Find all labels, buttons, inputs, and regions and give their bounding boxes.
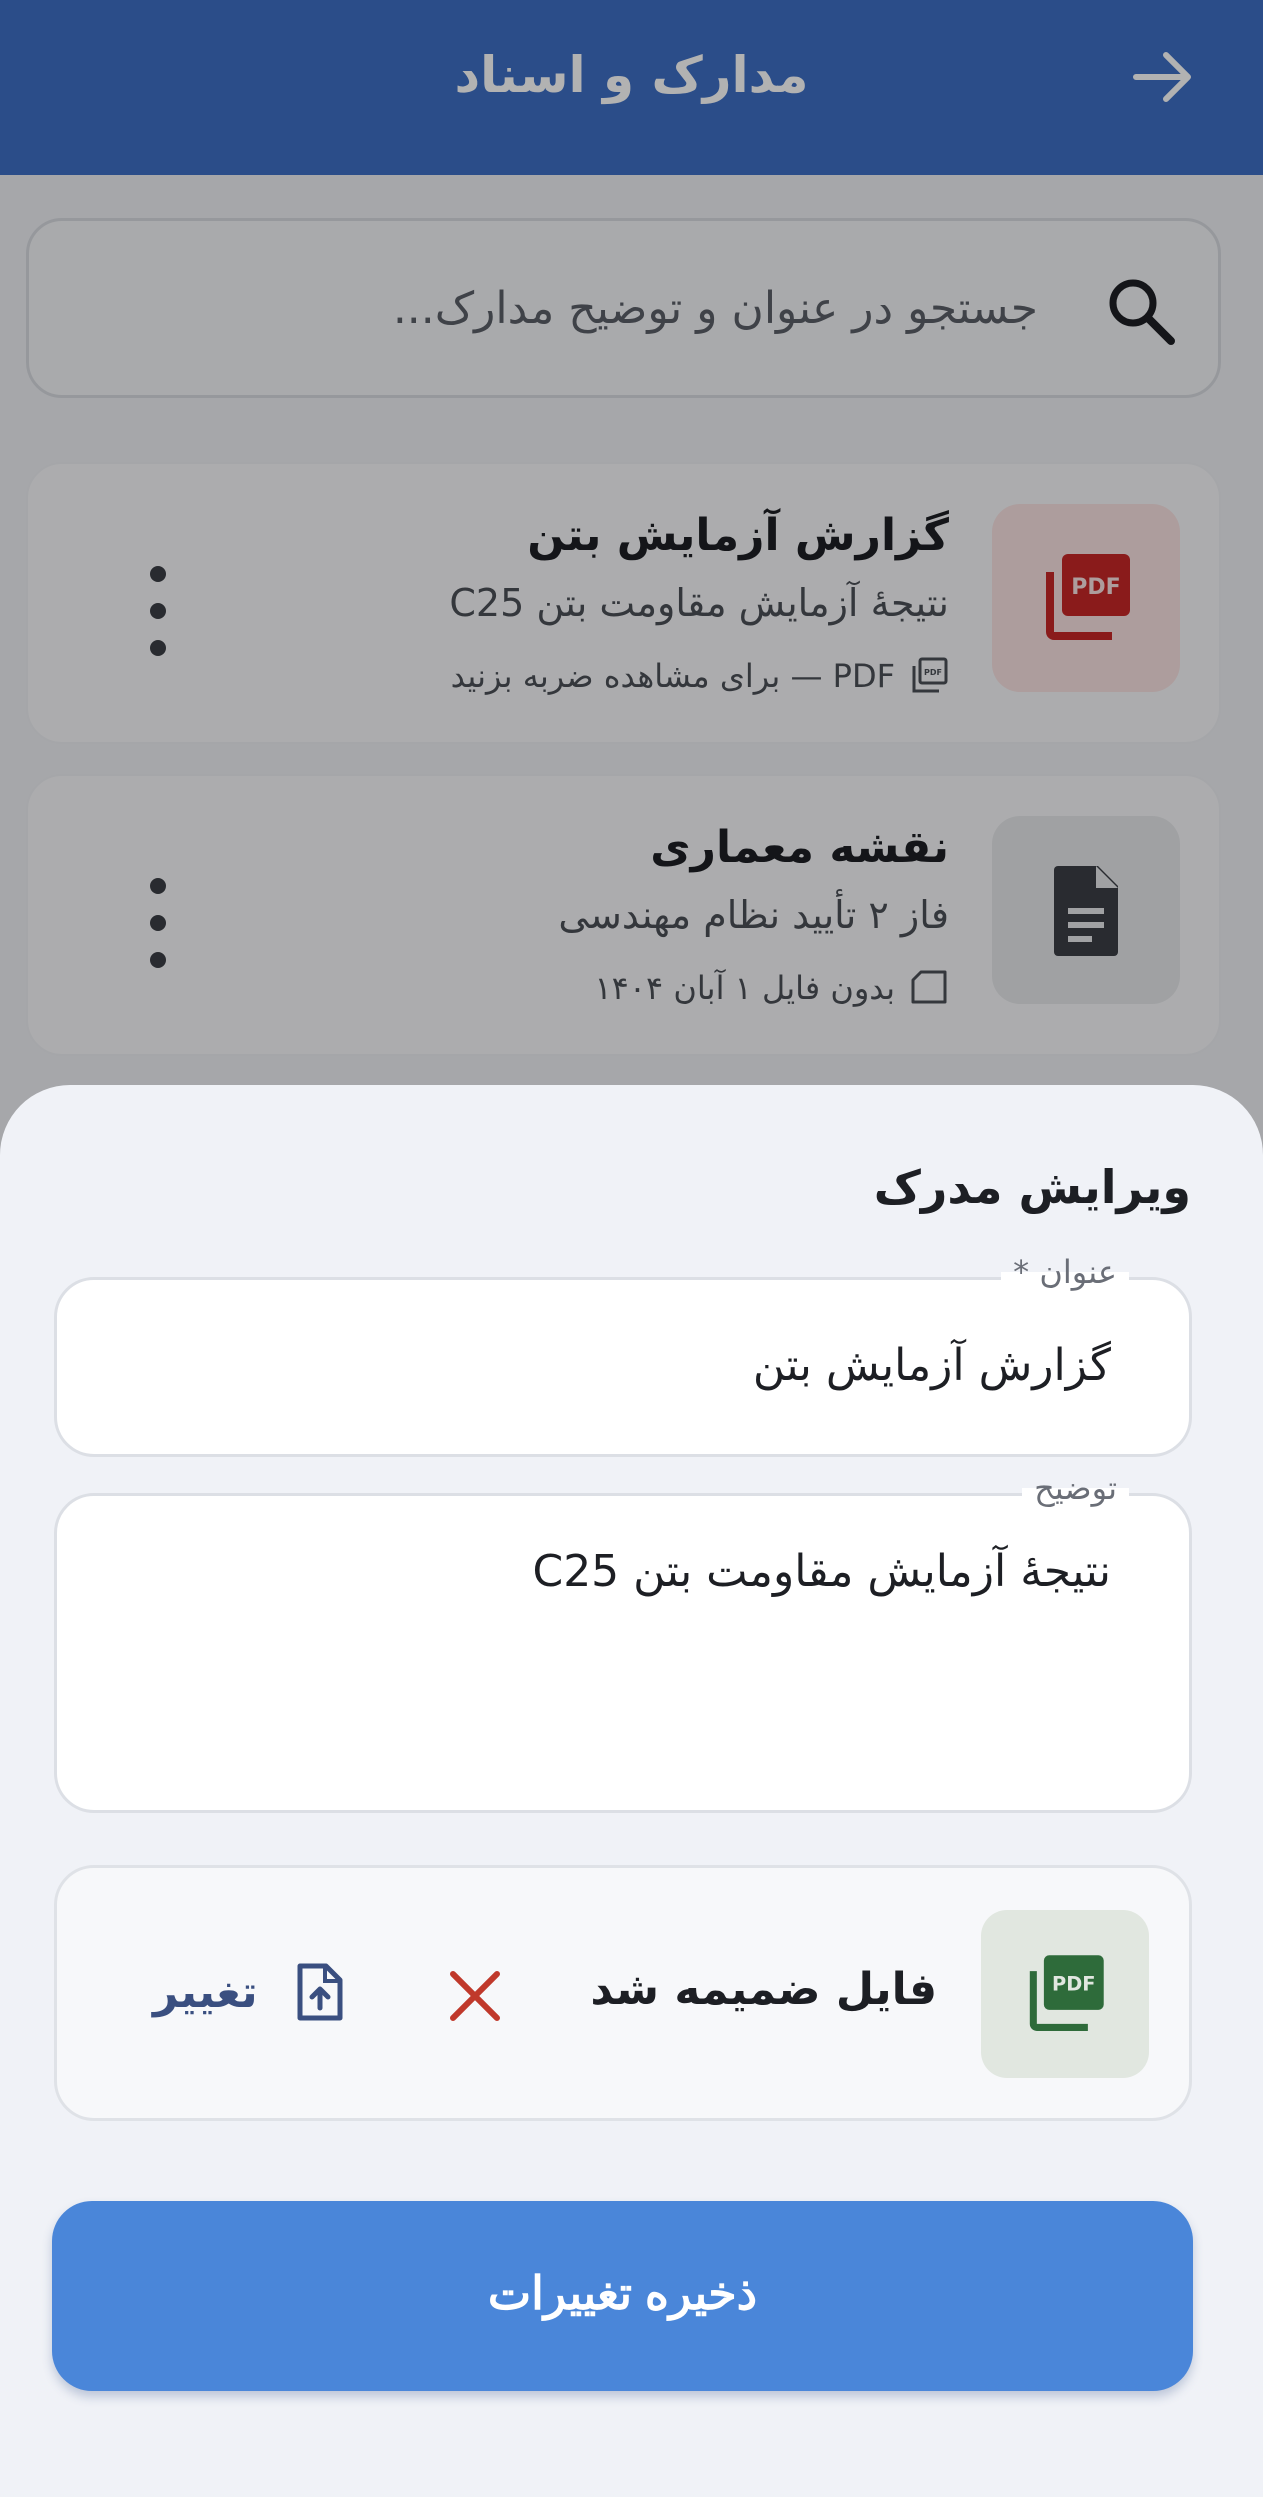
attachment-thumbnail: PDF xyxy=(981,1910,1149,2078)
change-file-label: تغییر xyxy=(153,1966,258,2018)
pdf-icon: PDF xyxy=(1029,1955,1104,2031)
change-file-button[interactable]: تغییر xyxy=(153,1956,348,2028)
close-icon[interactable] xyxy=(443,1964,507,2028)
title-field-label: عنوان * xyxy=(1001,1250,1129,1294)
description-field[interactable]: توضیح نتیجهٔ آزمایش مقاومت بتن C25 xyxy=(54,1466,1192,1813)
save-button[interactable]: ذخیره تغییرات xyxy=(52,2201,1193,2391)
title-field-value: گزارش آزمایش بتن xyxy=(752,1340,1111,1391)
file-upload-icon xyxy=(297,1963,343,2021)
description-field-label: توضیح xyxy=(1022,1466,1129,1510)
edit-document-sheet: ویرایش مدرک عنوان * گزارش آزمایش بتن توض… xyxy=(0,1085,1263,2497)
sheet-title: ویرایش مدرک xyxy=(873,1160,1191,1214)
attachment-box: PDF فایل ضمیمه شد تغییر xyxy=(54,1865,1192,2121)
attachment-label: فایل ضمیمه شد xyxy=(590,1964,937,2015)
documents-screen: مدارک و اسناد جستجو در عنوان و توضیح مدا… xyxy=(0,0,1263,2497)
title-field[interactable]: عنوان * گزارش آزمایش بتن xyxy=(54,1250,1192,1457)
description-field-value: نتیجهٔ آزمایش مقاومت بتن C25 xyxy=(532,1546,1111,1597)
save-button-label: ذخیره تغییرات xyxy=(487,2267,758,2319)
svg-text:PDF: PDF xyxy=(1052,1972,1095,1995)
